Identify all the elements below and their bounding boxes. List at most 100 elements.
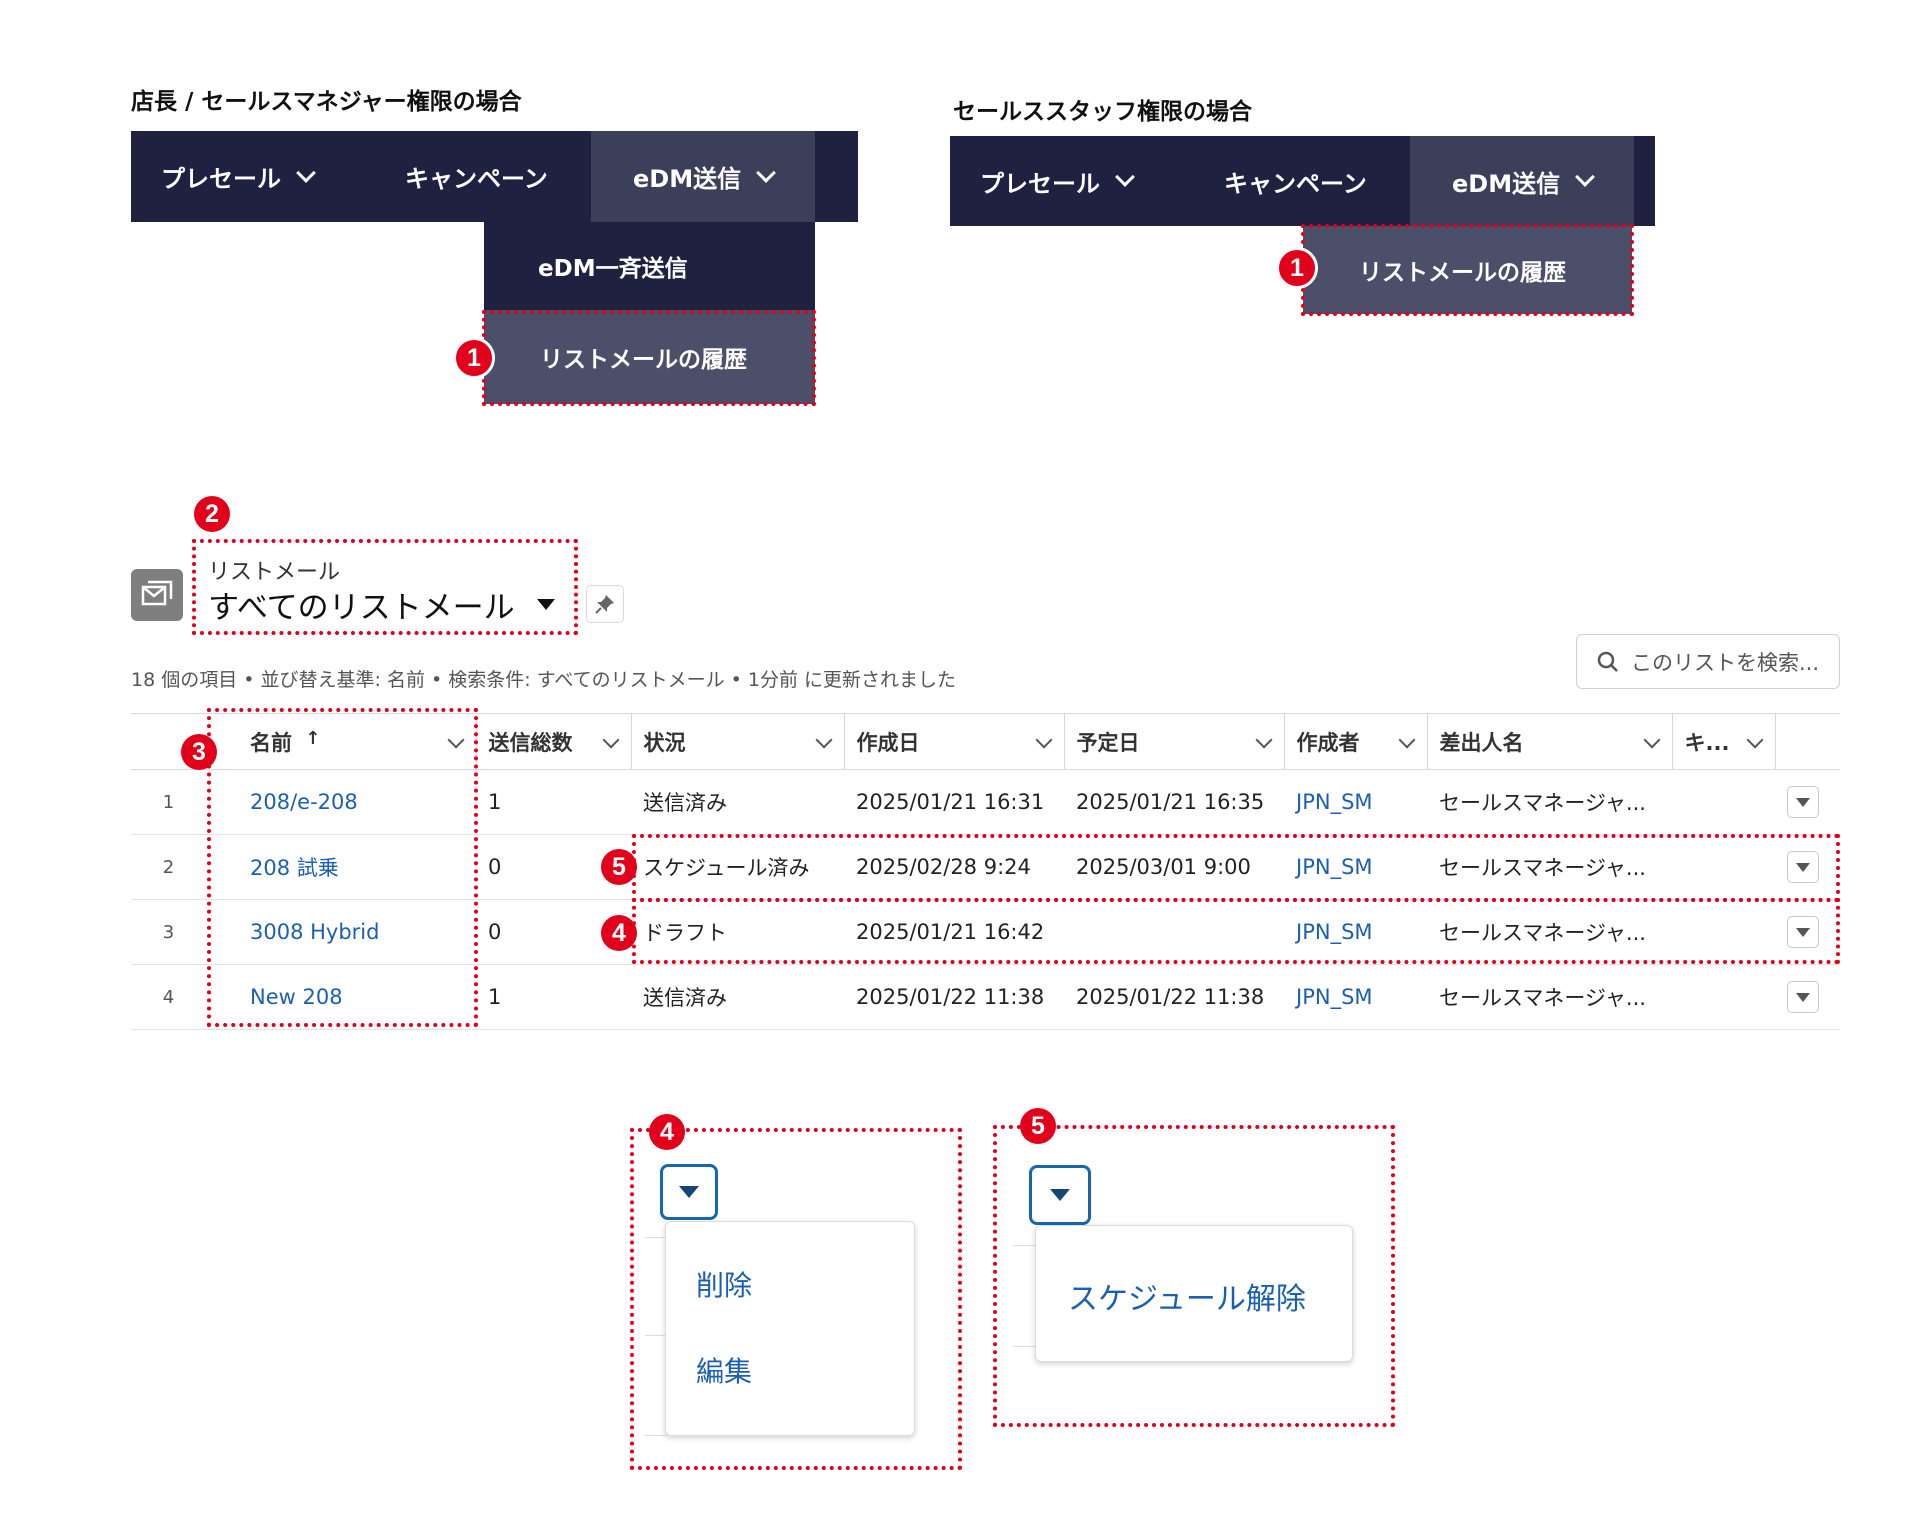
- chevron-down-icon: [1115, 167, 1135, 187]
- nav-campaign-label: キャンペーン: [1224, 169, 1367, 198]
- chevron-down-icon[interactable]: [1398, 731, 1415, 749]
- annotation-badge-1: 1: [1276, 247, 1318, 289]
- chevron-down-icon[interactable]: [1746, 731, 1763, 749]
- chevron-down-icon[interactable]: [602, 731, 619, 749]
- draft-actions-menu: 削除 編集: [665, 1221, 915, 1436]
- annotation-box-staff-history: [1301, 224, 1634, 316]
- nav-edm-label: eDM送信: [633, 165, 742, 193]
- row-number: 3: [131, 899, 206, 965]
- column-header-label: 送信総数: [488, 730, 573, 755]
- nav-presale-label: プレセール: [980, 169, 1100, 198]
- caret-down-icon: [1050, 1189, 1070, 1201]
- annotation-box-manager-history: [482, 310, 816, 406]
- menu-item-edit[interactable]: 編集: [696, 1350, 752, 1390]
- annotation-badge-5: 5: [1020, 1108, 1056, 1144]
- nav-campaign[interactable]: キャンペーン: [1180, 136, 1410, 226]
- caret-down-icon: [1796, 992, 1810, 1002]
- pin-button[interactable]: [586, 585, 624, 623]
- row-number: 2: [131, 834, 206, 900]
- scheduled-actions-menu: スケジュール解除: [1035, 1225, 1353, 1362]
- column-header-truncated[interactable]: キ...: [1672, 713, 1776, 770]
- cell-scheduled: 2025/01/21 16:35: [1064, 769, 1284, 835]
- annotation-badge-5: 5: [601, 849, 637, 885]
- creator-link[interactable]: JPN_SM: [1296, 790, 1373, 814]
- cell-empty: [1672, 964, 1775, 1030]
- annotation-box-draft-row: [632, 898, 1840, 964]
- nav-presale[interactable]: プレセール: [131, 131, 361, 222]
- list-mail-object-icon: [131, 569, 183, 621]
- column-header-label: 予定日: [1076, 730, 1140, 755]
- search-icon: [1597, 651, 1618, 672]
- column-header-scheduled[interactable]: 予定日: [1064, 713, 1285, 770]
- menu-item-unschedule[interactable]: スケジュール解除: [1068, 1274, 1306, 1318]
- annotation-badge-4: 4: [649, 1114, 685, 1150]
- cell-total: 1: [476, 769, 631, 835]
- chevron-down-icon: [296, 162, 316, 183]
- list-meta-info: 18 個の項目 • 並び替え基準: 名前 • 検索条件: すべてのリストメール …: [131, 669, 956, 691]
- cell-created: 2025/01/22 11:38: [844, 964, 1064, 1030]
- column-header-creator[interactable]: 作成者: [1284, 713, 1428, 770]
- column-header-sender[interactable]: 差出人名: [1427, 713, 1673, 770]
- nav-presale-label: プレセール: [161, 165, 281, 193]
- column-header-label: 状況: [643, 730, 686, 755]
- annotation-badge-3: 3: [181, 734, 217, 770]
- chevron-down-icon[interactable]: [1035, 731, 1052, 749]
- chevron-down-icon[interactable]: [1255, 731, 1272, 749]
- nav-campaign-label: キャンペーン: [405, 165, 548, 193]
- list-view-name: すべてのリストメール: [208, 590, 515, 626]
- cell-status: 送信済み: [631, 964, 844, 1030]
- manager-nav-bar: プレセール キャンペーン eDM送信: [131, 131, 858, 222]
- row-number: 1: [131, 769, 206, 835]
- row-divider: [645, 1335, 667, 1336]
- search-placeholder: このリストを検索...: [1631, 650, 1820, 675]
- cell-scheduled: 2025/01/22 11:38: [1064, 964, 1284, 1030]
- row-actions-button[interactable]: [1787, 981, 1819, 1013]
- column-header-total[interactable]: 送信総数: [476, 713, 632, 770]
- annotation-box-name-column: [207, 708, 478, 1027]
- cell-total: 1: [476, 964, 631, 1030]
- cell-status: 送信済み: [631, 769, 844, 835]
- pin-icon: [595, 595, 614, 614]
- nav-campaign[interactable]: キャンペーン: [361, 131, 591, 222]
- annotation-box-scheduled-row: [632, 834, 1840, 902]
- cell-sender: セールスマネージャ...: [1427, 769, 1672, 835]
- column-header-label: 作成日: [856, 730, 920, 755]
- chevron-down-icon: [756, 162, 776, 183]
- cell-empty: [1672, 769, 1775, 835]
- cell-sender: セールスマネージャ...: [1427, 964, 1672, 1030]
- column-header-created[interactable]: 作成日: [844, 713, 1065, 770]
- chevron-down-icon[interactable]: [815, 731, 832, 749]
- annotation-badge-2: 2: [194, 496, 230, 532]
- menu-item-edm-bulk-send[interactable]: eDM一斉送信: [484, 222, 815, 310]
- chevron-down-icon: [1575, 167, 1595, 187]
- staff-nav-bar: プレセール キャンペーン eDM送信: [950, 136, 1655, 226]
- cell-created: 2025/01/21 16:31: [844, 769, 1064, 835]
- nav-edm[interactable]: eDM送信: [1410, 136, 1634, 226]
- nav-presale[interactable]: プレセール: [950, 136, 1180, 226]
- row-actions-button-open[interactable]: [660, 1164, 718, 1220]
- row-divider: [1013, 1245, 1035, 1246]
- list-search-input[interactable]: このリストを検索...: [1576, 634, 1840, 689]
- row-number: 4: [131, 964, 206, 1030]
- row-divider: [645, 1435, 667, 1436]
- annotation-badge-1: 1: [453, 337, 495, 379]
- nav-edm[interactable]: eDM送信: [591, 131, 815, 222]
- caret-down-icon: [1796, 797, 1810, 807]
- menu-item-delete[interactable]: 削除: [696, 1264, 752, 1304]
- staff-section-heading: セールススタッフ権限の場合: [953, 99, 1252, 125]
- row-divider: [1013, 1346, 1035, 1347]
- annotation-badge-4: 4: [601, 915, 637, 951]
- caret-down-icon: [536, 599, 555, 610]
- column-header-label: 差出人名: [1439, 730, 1524, 755]
- column-header-label: キ...: [1684, 730, 1730, 755]
- actions-header: [1775, 714, 1840, 770]
- list-view-selector[interactable]: すべてのリストメール: [208, 582, 555, 627]
- column-header-status[interactable]: 状況: [631, 713, 845, 770]
- caret-down-icon: [679, 1186, 699, 1198]
- row-actions-button[interactable]: [1787, 786, 1819, 818]
- creator-link[interactable]: JPN_SM: [1296, 985, 1373, 1009]
- manager-section-heading: 店長 / セールスマネジャー権限の場合: [131, 89, 522, 115]
- chevron-down-icon[interactable]: [1643, 731, 1660, 749]
- nav-edm-label: eDM送信: [1452, 169, 1561, 198]
- row-actions-button-open[interactable]: [1029, 1165, 1091, 1225]
